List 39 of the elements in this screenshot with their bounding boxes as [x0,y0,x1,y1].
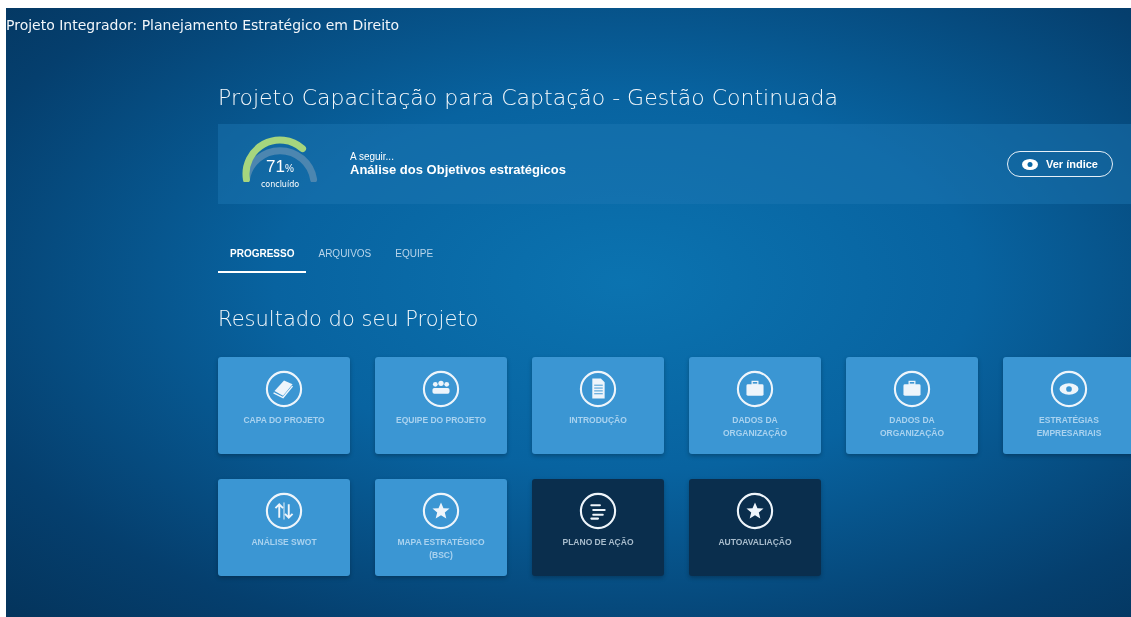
window-title: Projeto Integrador: Planejamento Estratégico em Direito [6,16,401,33]
next-label: A seguir... [350,151,395,162]
step-card[interactable]: ESTRATÉGIAS EMPRESARIAIS [1003,357,1131,454]
book-icon [265,370,303,408]
step-card[interactable]: DADOS DA ORGANIZAÇÃO [689,357,821,454]
briefcase-icon [893,370,931,408]
step-card[interactable]: AUTOAVALIAÇÃO [689,479,821,576]
step-label: INTRODUÇÃO [569,414,627,427]
step-label: AUTOAVALIAÇÃO [718,536,792,549]
next-step-title: Análise dos Objetivos estratégicos [350,162,568,177]
progress-percent: 71% [266,158,294,178]
step-label: MAPA ESTRATÉGICO (BSC) [396,536,486,562]
document-icon [579,370,617,408]
eye-icon [1022,158,1038,170]
step-card[interactable]: DADOS DA ORGANIZAÇÃO [846,357,978,454]
team-icon [422,370,460,408]
step-label: CAPA DO PROJETO [243,414,325,427]
step-card[interactable]: EQUIPE DO PROJETO [375,357,507,454]
step-card[interactable]: PLANO DE AÇÃO [532,479,664,576]
step-label: ANÁLISE SWOT [251,536,317,549]
step-card[interactable]: MAPA ESTRATÉGICO (BSC) [375,479,507,576]
step-label: ESTRATÉGIAS EMPRESARIAIS [1035,414,1103,440]
step-card[interactable]: INTRODUÇÃO [532,357,664,454]
section-title: Resultado do seu Projeto [218,307,480,331]
arrows-icon [265,492,303,530]
step-label: PLANO DE AÇÃO [562,536,634,549]
step-card[interactable]: ANÁLISE SWOT [218,479,350,576]
step-label: DADOS DA ORGANIZAÇÃO [721,414,789,440]
tab[interactable]: PROGRESSO [218,242,307,273]
tab[interactable]: ARQUIVOS [306,242,384,273]
eye-icon [1050,370,1088,408]
step-label: DADOS DA ORGANIZAÇÃO [878,414,946,440]
briefcase-icon [736,370,774,408]
step-label: EQUIPE DO PROJETO [395,414,487,427]
project-title: Projeto Capacitação para Captação - Gestão Continuada [218,85,840,110]
progress-caption: concluído [260,180,300,189]
tab[interactable]: EQUIPE [383,242,446,273]
step-card[interactable]: CAPA DO PROJETO [218,357,350,454]
list-icon [579,492,617,530]
